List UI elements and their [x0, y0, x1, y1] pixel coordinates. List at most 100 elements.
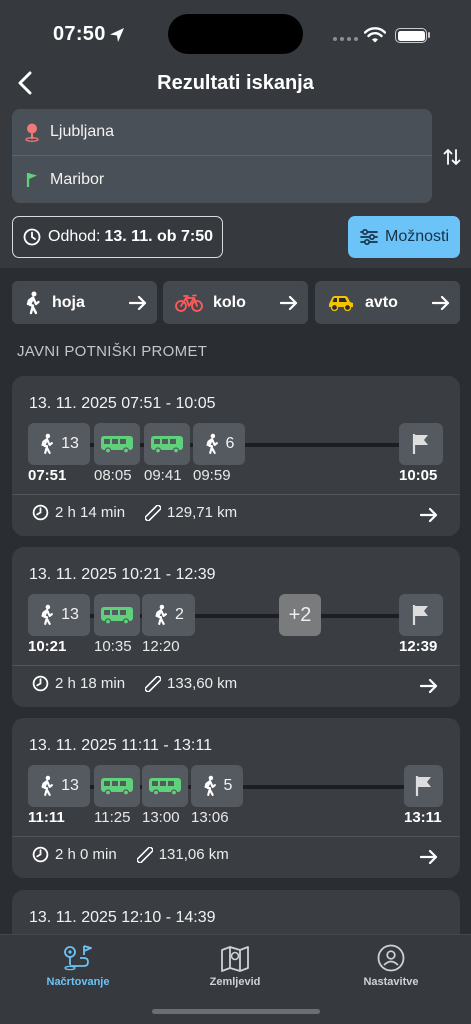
card-divider	[12, 665, 460, 666]
distance-value: 133,60 km	[167, 675, 238, 692]
open-result-button[interactable]	[420, 849, 438, 865]
destination-flag-icon	[26, 172, 37, 187]
duration-clock-icon	[32, 675, 49, 692]
nav-map-label: Zemljevid	[209, 976, 261, 988]
wifi-icon	[364, 27, 386, 43]
result-card-2[interactable]: 13. 11. 2025 10:21 - 12:39 13 2 +2 10:21…	[12, 547, 460, 707]
nav-planning-label: Načrtovanje	[46, 976, 110, 988]
mode-car-button[interactable]: avto	[315, 281, 460, 324]
bus-icon	[101, 607, 133, 625]
more-segments-badge: +2	[279, 594, 321, 636]
duration-value: 2 h 14 min	[55, 504, 126, 521]
options-button[interactable]: Možnosti	[348, 216, 460, 258]
bus-icon	[149, 778, 181, 796]
flag-icon	[412, 434, 428, 454]
walk-icon	[206, 433, 218, 454]
arrival-time: 10:05	[399, 467, 438, 484]
walk-icon	[41, 433, 54, 454]
walk-minutes: 2	[175, 606, 184, 623]
destination-value: Maribor	[50, 170, 105, 188]
result-time-range: 13. 11. 2025 07:51 - 10:05	[29, 395, 216, 412]
walk-minutes: 13	[61, 777, 79, 794]
map-icon	[221, 946, 249, 972]
nav-settings-label: Nastavitve	[363, 976, 419, 988]
segment-time: 10:21	[28, 638, 67, 655]
arrow-right-icon	[420, 507, 438, 523]
destination-segment	[399, 423, 443, 465]
bus-icon	[101, 436, 133, 454]
card-divider	[12, 494, 460, 495]
flag-icon	[412, 605, 428, 625]
segment-time: 09:59	[193, 467, 231, 484]
result-time-range: 13. 11. 2025 11:11 - 13:11	[29, 737, 212, 754]
bus-icon	[101, 778, 133, 796]
nav-planning[interactable]: Načrtovanje	[18, 943, 138, 988]
location-arrow-icon	[110, 28, 124, 42]
mode-walk-button[interactable]: hoja	[12, 281, 157, 324]
walk-segment: 5	[191, 765, 243, 807]
origin-value: Ljubljana	[50, 123, 115, 140]
ruler-icon	[145, 504, 162, 521]
bus-segment	[94, 765, 140, 807]
duration-value: 2 h 18 min	[55, 675, 126, 692]
segment-time: 07:51	[28, 467, 67, 484]
sliders-icon	[360, 228, 378, 246]
destination-field[interactable]: Maribor	[12, 156, 432, 203]
mode-walk-label: hoja	[52, 293, 85, 311]
arrow-right-icon	[280, 295, 298, 310]
walk-minutes: 13	[61, 606, 79, 623]
options-label: Možnosti	[384, 228, 450, 245]
origin-field[interactable]: Ljubljana	[12, 109, 432, 156]
dynamic-island	[168, 14, 303, 54]
flag-icon	[415, 776, 431, 796]
swap-vertical-icon	[443, 149, 461, 165]
result-time-range: 13. 11. 2025 12:10 - 14:39	[29, 909, 216, 926]
card-footer: 2 h 18 min 133,60 km	[32, 675, 237, 692]
nav-map[interactable]: Zemljevid	[175, 943, 295, 988]
mode-car-label: avto	[365, 293, 398, 311]
nav-settings[interactable]: Nastavitve	[331, 943, 451, 988]
segment-time: 10:35	[94, 638, 132, 655]
swap-route-button[interactable]	[440, 144, 464, 170]
origin-pin-icon	[25, 123, 39, 142]
arrow-right-icon	[420, 678, 438, 694]
battery-cap	[428, 32, 430, 38]
settings-user-icon	[377, 944, 405, 972]
signal-icon	[333, 37, 358, 41]
walk-segment: 2	[142, 594, 195, 636]
walk-segment: 13	[28, 765, 90, 807]
walk-segment: 13	[28, 423, 90, 465]
duration-clock-icon	[32, 846, 49, 863]
walk-icon	[41, 604, 54, 625]
segment-time: 08:05	[94, 467, 132, 484]
arrival-time: 12:39	[399, 638, 438, 655]
bike-icon	[175, 294, 203, 312]
mode-bike-button[interactable]: kolo	[163, 281, 308, 324]
result-card-1[interactable]: 13. 11. 2025 07:51 - 10:05 13 6 07:51 08…	[12, 376, 460, 536]
bus-icon	[151, 436, 183, 454]
departure-time-button[interactable]: Odhod: 13. 11. ob 7:50	[12, 216, 223, 258]
destination-segment	[399, 594, 443, 636]
destination-segment	[404, 765, 443, 807]
duration-clock-icon	[32, 504, 49, 521]
open-result-button[interactable]	[420, 507, 438, 523]
result-card-3[interactable]: 13. 11. 2025 11:11 - 13:11 13 5 11:11 11…	[12, 718, 460, 878]
walk-icon	[41, 775, 54, 796]
distance-value: 131,06 km	[158, 846, 229, 863]
open-result-button[interactable]	[420, 678, 438, 694]
arrow-right-icon	[432, 295, 450, 310]
departure-value: 13. 11. ob 7:50	[104, 228, 213, 245]
section-title: JAVNI POTNIŠKI PROMET	[17, 343, 208, 360]
bus-segment	[144, 423, 190, 465]
segment-time: 13:00	[142, 809, 180, 826]
walk-icon	[155, 604, 168, 625]
arrival-time: 13:11	[404, 809, 442, 826]
mode-bike-label: kolo	[213, 293, 246, 311]
route-track	[32, 614, 432, 618]
card-divider	[12, 836, 460, 837]
duration-value: 2 h 0 min	[55, 846, 117, 863]
walk-minutes: 5	[223, 777, 233, 794]
card-footer: 2 h 0 min 131,06 km	[32, 846, 229, 863]
segment-time: 12:20	[142, 638, 180, 655]
car-icon	[329, 295, 353, 311]
